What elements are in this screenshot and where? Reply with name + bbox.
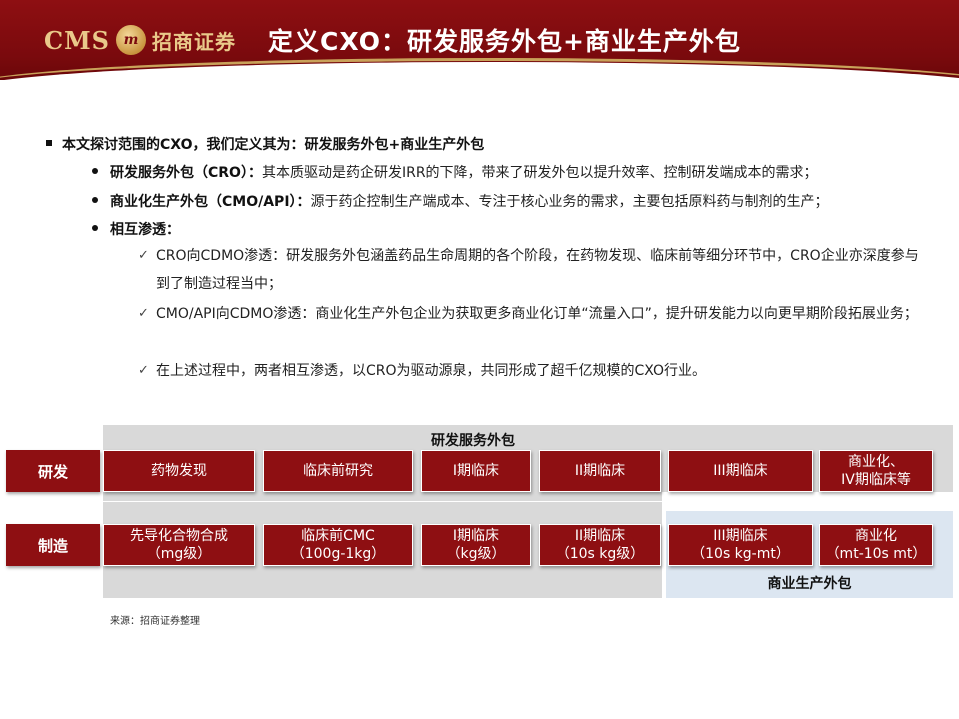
rd-cell-drug-discovery: 药物发现 bbox=[103, 450, 255, 492]
dot-bullet-icon bbox=[92, 168, 98, 174]
sub-bullet-cxo: ✓ 在上述过程中，两者相互渗透，以CRO为驱动源泉，共同形成了超千亿规模的CXO… bbox=[138, 357, 928, 385]
rd-cell-preclinical: 临床前研究 bbox=[263, 450, 413, 492]
check-icon: ✓ bbox=[138, 248, 149, 263]
square-bullet-icon bbox=[46, 140, 52, 146]
company-logo: CMS m 招商证券 bbox=[44, 22, 236, 58]
bullet-cro: 研发服务外包（CRO）：其本质驱动是药企研发IRR的下降，带来了研发外包以提升效… bbox=[92, 162, 818, 182]
mfg-cell-commercial: 商业化 （mt-10s mt） bbox=[819, 524, 933, 566]
mfg-cell-phase1: I期临床 （kg级） bbox=[421, 524, 531, 566]
logo-cms-text: CMS bbox=[44, 25, 110, 55]
bullet-cmo-text: 源于药企控制生产端成本、专注于核心业务的需求，主要包括原料药与制剂的生产； bbox=[310, 194, 829, 210]
bullet-level1-text: 本文探讨范围的CXO，我们定义其为：研发服务外包+商业生产外包 bbox=[62, 137, 485, 153]
sub-bullet-text: 在上述过程中，两者相互渗透，以CRO为驱动源泉，共同形成了超千亿规模的CXO行业… bbox=[156, 363, 707, 379]
logo-chinese-text: 招商证券 bbox=[152, 29, 236, 54]
dot-bullet-icon bbox=[92, 225, 98, 231]
sub-bullet-cro-cdmo: ✓ CRO向CDMO渗透：研发服务外包涵盖药品生命周期的各个阶段，在药物发现、临… bbox=[138, 242, 928, 298]
sub-bullet-text: CMO/API向CDMO渗透：商业化生产外包企业为获取更多商业化订单“流量入口”… bbox=[156, 306, 918, 322]
logo-emblem-icon: m bbox=[116, 25, 146, 55]
check-icon: ✓ bbox=[138, 306, 149, 321]
page-title: 定义CXO：研发服务外包+商业生产外包 bbox=[268, 27, 741, 56]
rd-cell-commercial: 商业化、 IV期临床等 bbox=[819, 450, 933, 492]
dot-bullet-icon bbox=[92, 197, 98, 203]
sub-bullet-text: CRO向CDMO渗透：研发服务外包涵盖药品生命周期的各个阶段，在药物发现、临床前… bbox=[156, 248, 919, 292]
source-note: 来源：招商证券整理 bbox=[110, 616, 200, 627]
bullet-cmo: 商业化生产外包（CMO/API）：源于药企控制生产端成本、专注于核心业务的需求，… bbox=[92, 191, 829, 211]
bullet-cro-title: 研发服务外包（CRO）： bbox=[110, 165, 262, 181]
mfg-cell-phase2: II期临床 （10s kg级） bbox=[539, 524, 661, 566]
row-head-mfg: 制造 bbox=[6, 524, 100, 566]
bullet-penetration: 相互渗透： bbox=[92, 219, 180, 239]
rd-band-notch bbox=[662, 492, 953, 504]
mfg-band-label: 商业生产外包 bbox=[767, 576, 852, 592]
rd-cell-phase3: III期临床 bbox=[668, 450, 813, 492]
sub-bullet-cmo-cdmo: ✓ CMO/API向CDMO渗透：商业化生产外包企业为获取更多商业化订单“流量入… bbox=[138, 300, 928, 328]
bullet-penetration-title: 相互渗透： bbox=[110, 222, 180, 238]
bullet-level1: 本文探讨范围的CXO，我们定义其为：研发服务外包+商业生产外包 bbox=[46, 134, 484, 154]
row-head-rd: 研发 bbox=[6, 450, 100, 492]
header-banner: CMS m 招商证券 定义CXO：研发服务外包+商业生产外包 bbox=[0, 0, 959, 80]
check-icon: ✓ bbox=[138, 363, 149, 378]
bullet-cmo-title: 商业化生产外包（CMO/API）： bbox=[110, 194, 311, 210]
rd-cell-phase1: I期临床 bbox=[421, 450, 531, 492]
mfg-cell-phase3: III期临床 （10s kg-mt） bbox=[668, 524, 813, 566]
mfg-cell-lead-synthesis: 先导化合物合成 （mg级） bbox=[103, 524, 255, 566]
bullet-cro-text: 其本质驱动是药企研发IRR的下降，带来了研发外包以提升效率、控制研发端成本的需求… bbox=[261, 165, 818, 181]
rd-band-label: 研发服务外包 bbox=[431, 433, 515, 449]
rd-cell-phase2: II期临床 bbox=[539, 450, 661, 492]
mfg-cell-preclinical-cmc: 临床前CMC （100g-1kg） bbox=[263, 524, 413, 566]
